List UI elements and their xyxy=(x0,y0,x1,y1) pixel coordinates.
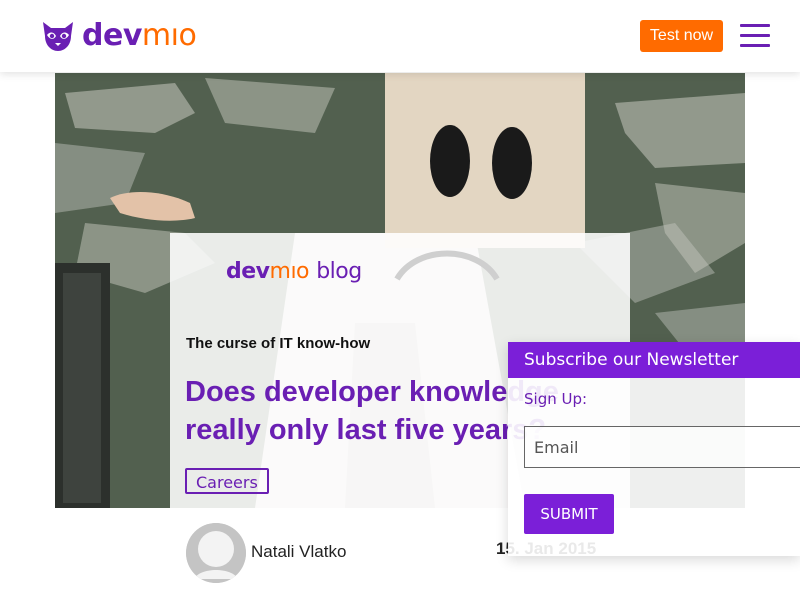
author-name[interactable]: Natali Vlatko xyxy=(251,542,346,562)
logo-dev: dev xyxy=(82,18,142,53)
site-logo[interactable]: devmıo xyxy=(40,17,197,55)
blog-logo-blog: blog xyxy=(316,259,362,284)
email-field[interactable] xyxy=(524,426,800,468)
newsletter-signup-label: Sign Up: xyxy=(524,390,588,408)
raccoon-logo-icon xyxy=(43,22,73,51)
site-header: devmıo Test now xyxy=(0,0,800,72)
blog-logo[interactable]: devmıo blog xyxy=(226,259,362,284)
category-tag-careers[interactable]: Careers xyxy=(185,468,269,494)
blog-logo-dev: dev xyxy=(226,259,270,284)
logo-mio: mıo xyxy=(141,18,197,53)
user-avatar-icon xyxy=(186,523,246,583)
newsletter-popup: Subscribe our Newsletter Sign Up: SUBMIT xyxy=(508,342,800,556)
logo-wordmark: devmıo xyxy=(82,17,197,55)
article-kicker: The curse of IT know-how xyxy=(186,335,371,352)
newsletter-title: Subscribe our Newsletter xyxy=(508,342,800,378)
submit-button[interactable]: SUBMIT xyxy=(524,494,614,534)
hamburger-menu-icon[interactable] xyxy=(740,24,770,48)
blog-logo-mio: mıo xyxy=(269,259,310,284)
sad-face-watermark xyxy=(394,250,500,281)
avatar xyxy=(186,523,246,583)
test-now-button[interactable]: Test now xyxy=(640,20,723,52)
